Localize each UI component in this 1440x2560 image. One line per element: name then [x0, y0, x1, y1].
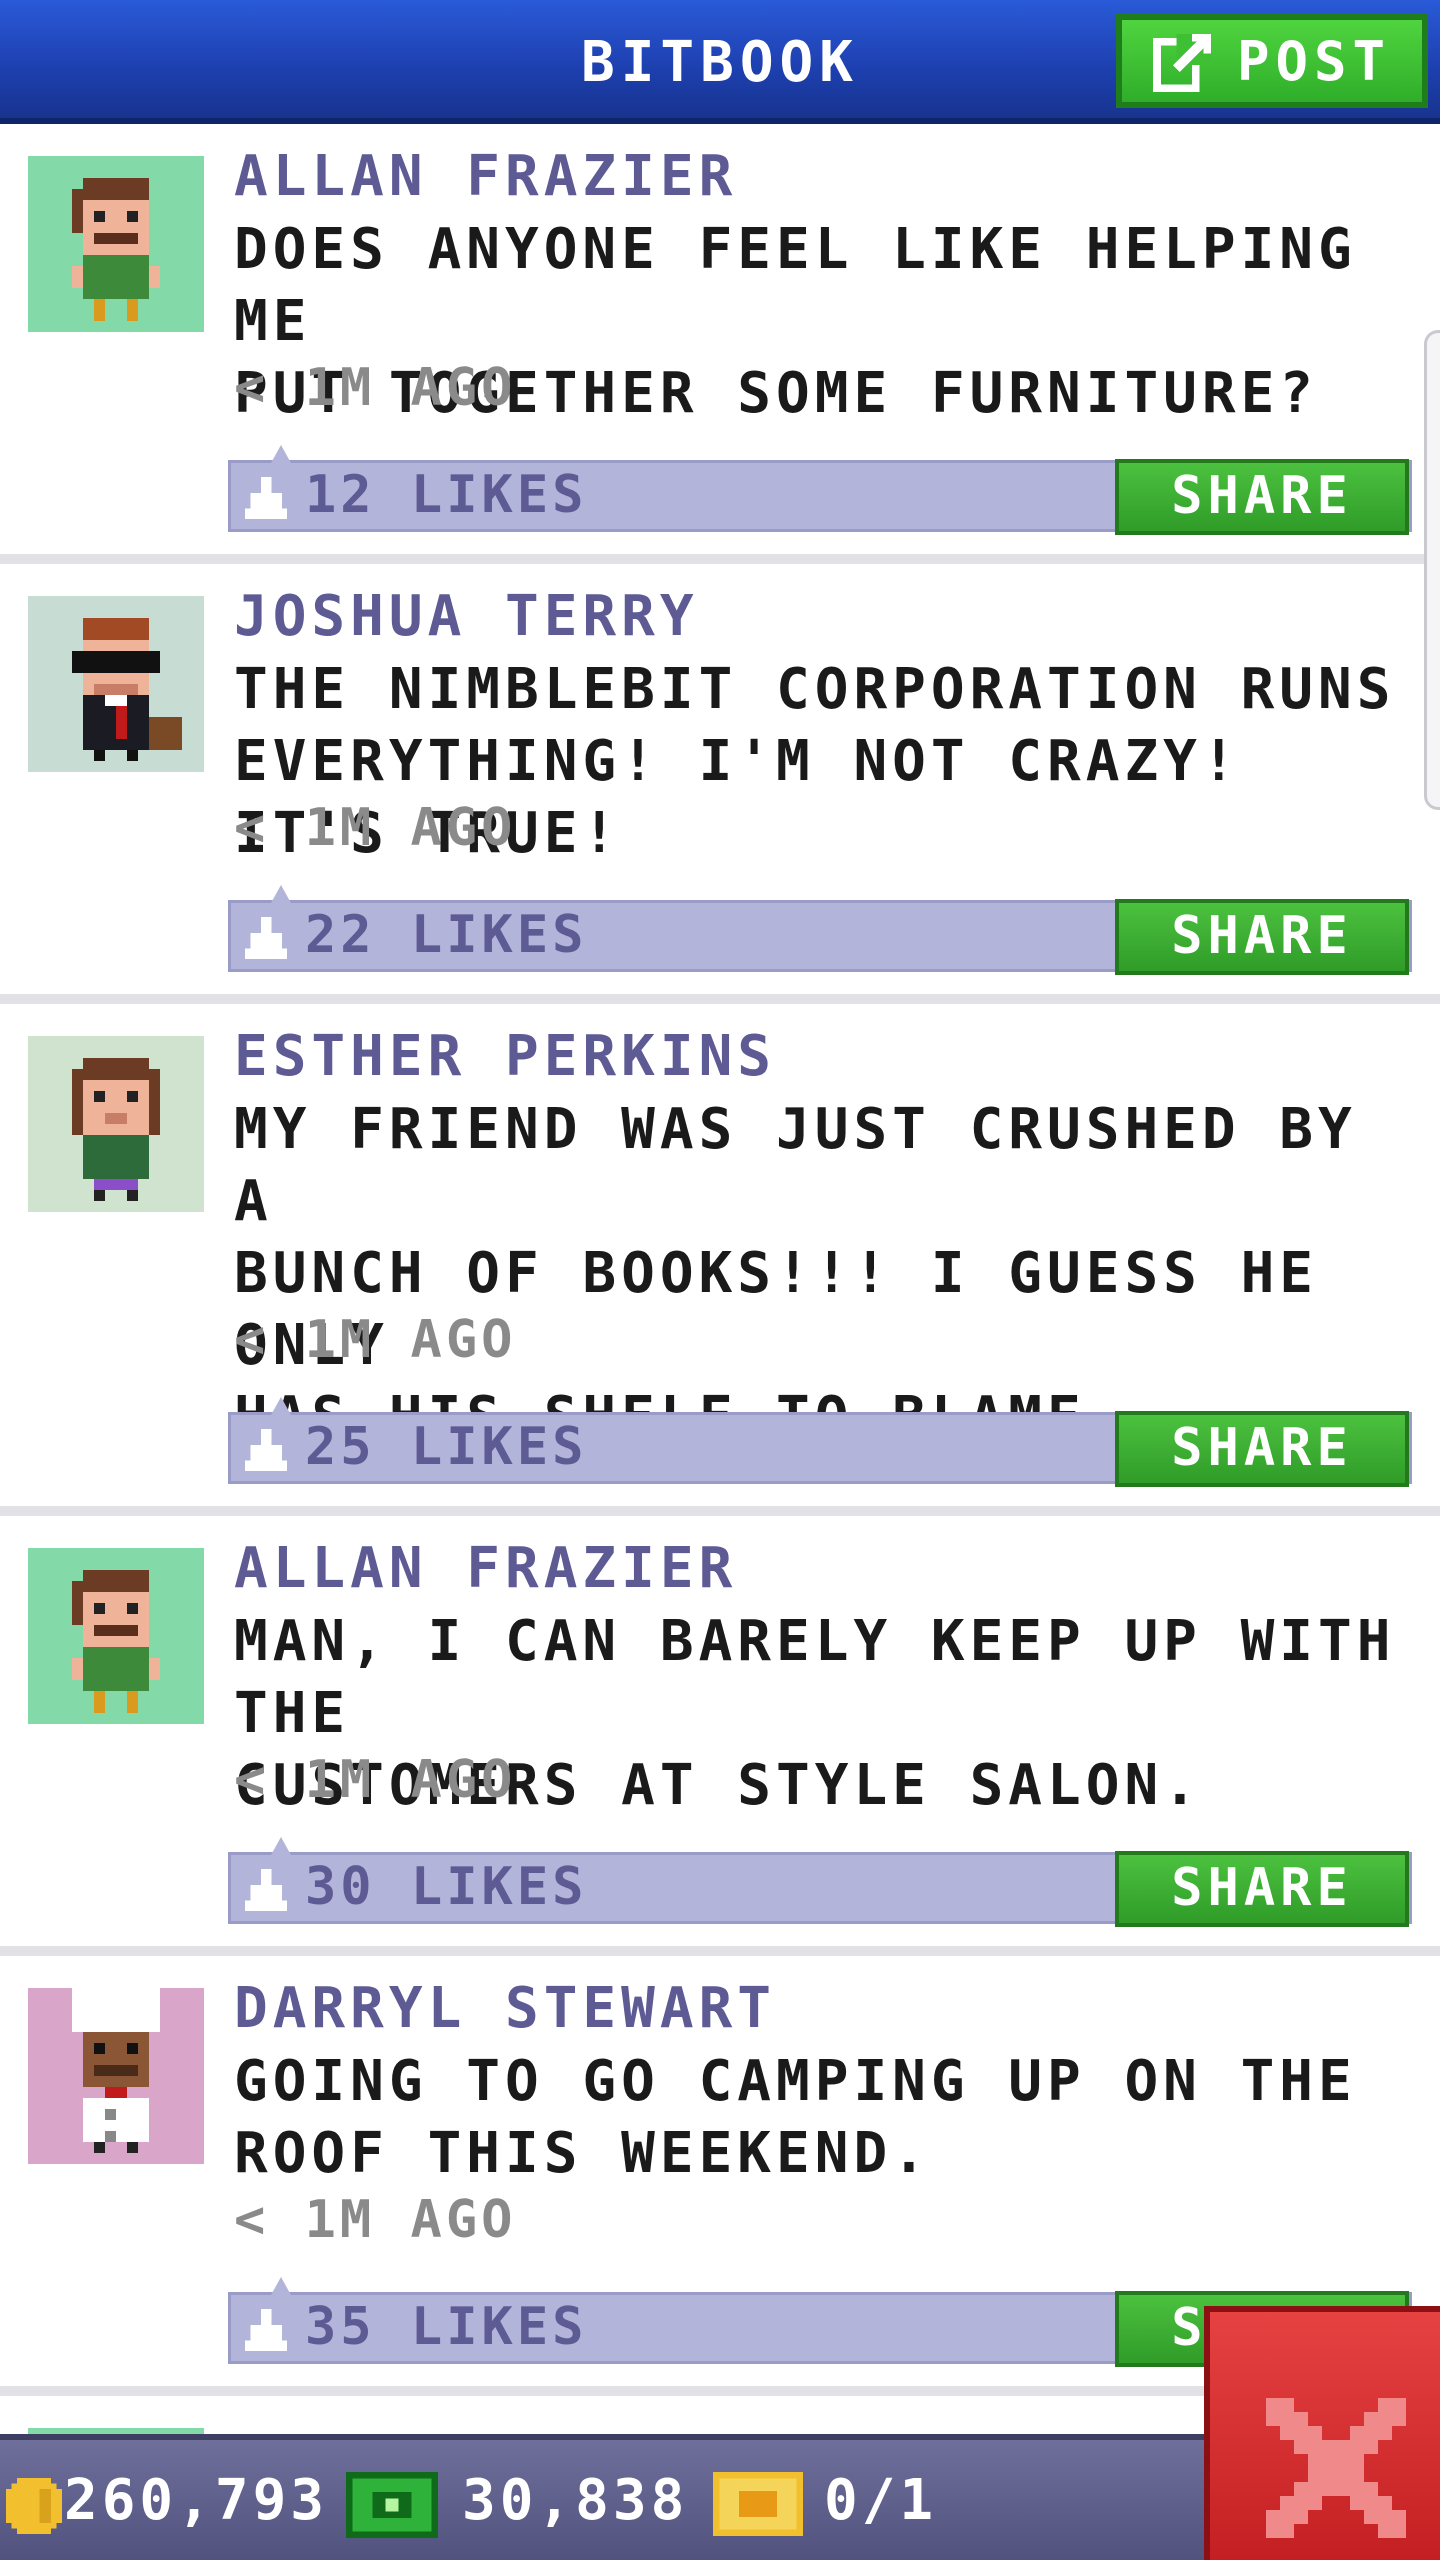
- share-button[interactable]: SHARE: [1115, 899, 1409, 975]
- compose-icon: [1152, 33, 1212, 92]
- ticket-icon: [713, 2472, 803, 2536]
- thumb-icon[interactable]: [245, 1869, 287, 1911]
- allan-avatar-icon: [28, 156, 204, 332]
- post-time: < 1M AGO: [234, 2190, 517, 2250]
- thumb-icon[interactable]: [245, 477, 287, 519]
- avatar[interactable]: [28, 156, 204, 332]
- close-button[interactable]: [1204, 2306, 1440, 2560]
- post-author[interactable]: DARRYL STEWART: [234, 1976, 776, 2041]
- post-time: < 1M AGO: [234, 1310, 517, 1370]
- share-button[interactable]: SHARE: [1115, 1411, 1409, 1487]
- likes-count: 12 LIKES: [305, 465, 588, 525]
- post-message: GOING TO GO CAMPING UP ON THE ROOF THIS …: [234, 2049, 1357, 2186]
- post-time: < 1M AGO: [234, 358, 517, 418]
- thumb-icon[interactable]: [245, 917, 287, 959]
- coin-icon: [6, 2478, 62, 2534]
- joshua-avatar-icon: [28, 596, 204, 772]
- share-button[interactable]: SHARE: [1115, 459, 1409, 535]
- post-time: < 1M AGO: [234, 798, 517, 858]
- cash-icon: [346, 2472, 438, 2538]
- likes-bar: 12 LIKES SHARE: [228, 445, 1412, 535]
- bux-count: 30,838: [462, 2468, 689, 2533]
- avatar[interactable]: [28, 596, 204, 772]
- darryl-avatar-icon: [28, 1988, 204, 2164]
- share-button[interactable]: SHARE: [1115, 1851, 1409, 1927]
- tickets-count: 0/1: [824, 2468, 938, 2533]
- post-author[interactable]: JOSHUA TERRY: [234, 584, 699, 649]
- feed-list[interactable]: ALLAN FRAZIER DOES ANYONE FEEL LIKE HELP…: [0, 124, 1440, 2516]
- avatar[interactable]: [28, 1036, 204, 1212]
- post-author[interactable]: ALLAN FRAZIER: [234, 144, 737, 209]
- top-bar: BITBOOK POST: [0, 0, 1440, 124]
- feed-post: JOSHUA TERRY THE NIMBLEBIT CORPORATION R…: [0, 564, 1440, 1004]
- feed-post: ESTHER PERKINS MY FRIEND WAS JUST CRUSHE…: [0, 1004, 1440, 1516]
- esther-avatar-icon: [28, 1036, 204, 1212]
- allan-avatar-icon: [28, 1548, 204, 1724]
- post-button[interactable]: POST: [1116, 14, 1428, 108]
- likes-count: 22 LIKES: [305, 905, 588, 965]
- post-time: < 1M AGO: [234, 1750, 517, 1810]
- thumb-icon[interactable]: [245, 1429, 287, 1471]
- feed-post: ALLAN FRAZIER MAN, I CAN BARELY KEEP UP …: [0, 1516, 1440, 1956]
- avatar[interactable]: [28, 1548, 204, 1724]
- likes-count: 25 LIKES: [305, 1417, 588, 1477]
- scrollbar[interactable]: [1424, 330, 1440, 810]
- coins-count: 260,793: [64, 2468, 329, 2533]
- post-author[interactable]: ALLAN FRAZIER: [234, 1536, 737, 1601]
- post-message: MY FRIEND WAS JUST CRUSHED BY A BUNCH OF…: [234, 1097, 1357, 1450]
- likes-bar: 22 LIKES SHARE: [228, 885, 1412, 975]
- post-author[interactable]: ESTHER PERKINS: [234, 1024, 776, 1089]
- thumb-icon[interactable]: [245, 2309, 287, 2351]
- post-label: POST: [1236, 29, 1392, 93]
- likes-bar: 25 LIKES SHARE: [228, 1397, 1412, 1487]
- likes-count: 30 LIKES: [305, 1857, 588, 1917]
- likes-count: 35 LIKES: [305, 2297, 588, 2357]
- avatar[interactable]: [28, 1988, 204, 2164]
- close-icon: [1266, 2398, 1406, 2538]
- feed-post: ALLAN FRAZIER DOES ANYONE FEEL LIKE HELP…: [0, 124, 1440, 564]
- likes-bar: 30 LIKES SHARE: [228, 1837, 1412, 1927]
